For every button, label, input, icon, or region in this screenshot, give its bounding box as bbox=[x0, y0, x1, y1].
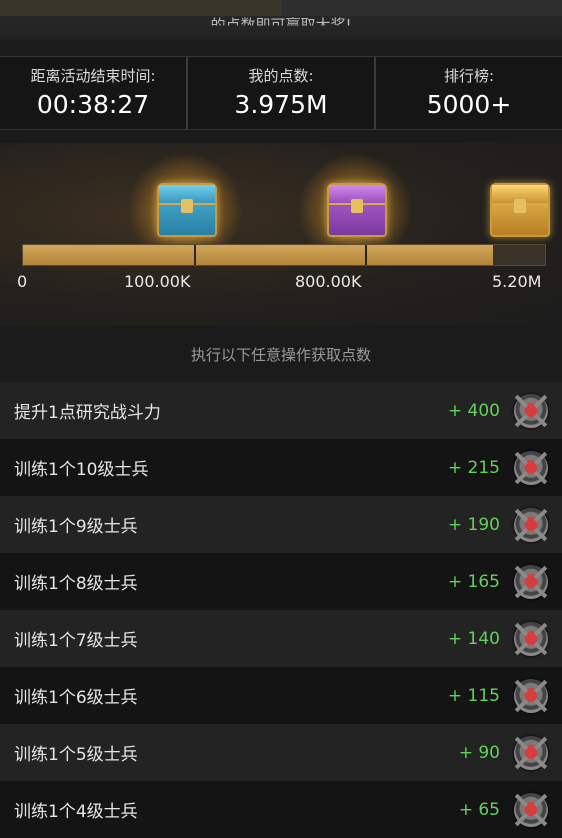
task-row: 提升1点研究战斗力 + 400 bbox=[0, 382, 562, 439]
task-points: + 165 bbox=[447, 571, 500, 592]
task-row: 训练1个4级士兵 + 65 bbox=[0, 781, 562, 838]
task-row: 训练1个9级士兵 + 190 bbox=[0, 496, 562, 553]
stat-leaderboard[interactable]: 排行榜: 5000+ bbox=[376, 57, 562, 129]
tasks-title: 执行以下任意操作获取点数 bbox=[190, 346, 371, 364]
task-list: 提升1点研究战斗力 + 400 训练1个10级士兵 + 215 训练1个9级士兵… bbox=[0, 382, 562, 838]
countdown-value: 00:38:27 bbox=[36, 90, 150, 119]
milestone-divider bbox=[194, 245, 196, 265]
stat-label: 排行榜: bbox=[443, 67, 495, 85]
task-label: 训练1个10级士兵 bbox=[14, 460, 149, 480]
blue-chest-icon[interactable] bbox=[157, 183, 217, 237]
stat-label: 我的点数: bbox=[248, 67, 314, 85]
war-badge-icon bbox=[514, 564, 548, 599]
leaderboard-value: 5000+ bbox=[426, 90, 512, 119]
war-badge-icon bbox=[514, 621, 548, 656]
task-points: + 115 bbox=[447, 685, 500, 706]
task-label: 训练1个6级士兵 bbox=[14, 688, 138, 708]
task-label: 训练1个9级士兵 bbox=[14, 517, 138, 537]
task-label: 提升1点研究战斗力 bbox=[14, 403, 161, 423]
milestone-label: 100.00K bbox=[124, 272, 191, 291]
task-label: 训练1个4级士兵 bbox=[14, 802, 138, 822]
points-progress-bar bbox=[22, 244, 546, 266]
task-row: 训练1个7级士兵 + 140 bbox=[0, 610, 562, 667]
task-row: 训练1个8级士兵 + 165 bbox=[0, 553, 562, 610]
war-badge-icon bbox=[514, 507, 548, 542]
task-label: 训练1个7级士兵 bbox=[14, 631, 138, 651]
progress-fill bbox=[23, 245, 493, 265]
task-points: + 215 bbox=[447, 457, 500, 478]
task-points: + 400 bbox=[447, 400, 500, 421]
tab-left[interactable] bbox=[0, 0, 282, 16]
banner-text: 的点数即可赢取大奖! bbox=[210, 16, 352, 34]
task-points: + 190 bbox=[447, 514, 500, 535]
milestone-divider bbox=[365, 245, 367, 265]
milestone-label: 800.00K bbox=[295, 272, 362, 291]
task-label: 训练1个8级士兵 bbox=[14, 574, 138, 594]
stats-bar: 距离活动结束时间: 00:38:27 我的点数: 3.975M 排行榜: 500… bbox=[0, 56, 562, 130]
war-badge-icon bbox=[514, 792, 548, 827]
task-points: + 90 bbox=[458, 742, 500, 763]
reward-progress-panel bbox=[0, 143, 562, 326]
stat-label: 距离活动结束时间: bbox=[30, 67, 156, 85]
purple-chest-icon[interactable] bbox=[327, 183, 387, 237]
top-strip: 的点数即可赢取大奖! bbox=[0, 0, 562, 40]
task-row: 训练1个5级士兵 + 90 bbox=[0, 724, 562, 781]
task-points: + 65 bbox=[458, 799, 500, 820]
milestone-label: 5.20M bbox=[492, 272, 542, 291]
war-badge-icon bbox=[514, 450, 548, 485]
task-row: 训练1个10级士兵 + 215 bbox=[0, 439, 562, 496]
gold-chest-icon[interactable] bbox=[490, 183, 550, 237]
tab-right[interactable] bbox=[282, 0, 562, 16]
war-badge-icon bbox=[514, 678, 548, 713]
stat-my-points: 我的点数: 3.975M bbox=[188, 57, 376, 129]
war-badge-icon bbox=[514, 735, 548, 770]
stat-time-remaining: 距离活动结束时间: 00:38:27 bbox=[0, 57, 188, 129]
my-points-value: 3.975M bbox=[234, 90, 328, 119]
task-row: 训练1个6级士兵 + 115 bbox=[0, 667, 562, 724]
task-points: + 140 bbox=[447, 628, 500, 649]
war-badge-icon bbox=[514, 393, 548, 428]
task-label: 训练1个5级士兵 bbox=[14, 745, 138, 765]
milestone-label: 0 bbox=[17, 272, 28, 291]
